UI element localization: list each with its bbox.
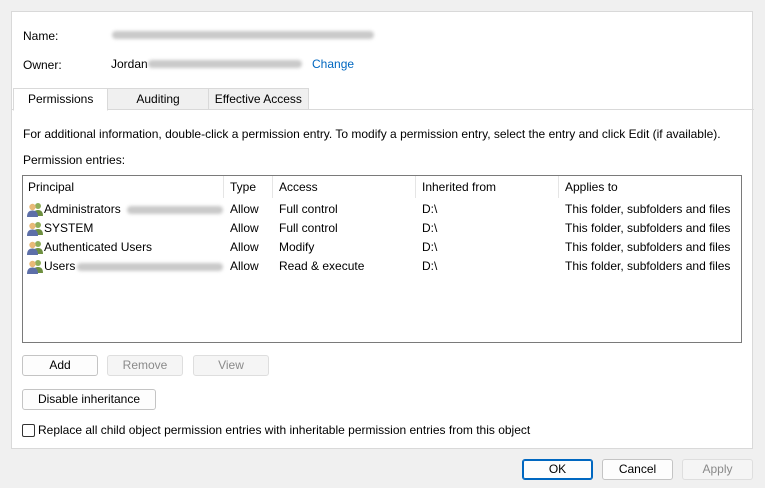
applies-cell: This folder, subfolders and files bbox=[565, 240, 731, 254]
inherited-cell: D:\ bbox=[422, 259, 438, 273]
table-row[interactable]: Users Allow Read & execute D:\ This fold… bbox=[23, 257, 741, 276]
owner-label: Owner: bbox=[23, 58, 62, 72]
info-text: For additional information, double-click… bbox=[23, 127, 721, 141]
principal-redacted bbox=[127, 206, 223, 214]
users-group-icon bbox=[27, 222, 43, 236]
table-row[interactable]: SYSTEM Allow Full control D:\ This folde… bbox=[23, 219, 741, 238]
principal-cell: SYSTEM bbox=[44, 221, 94, 235]
replace-child-permissions-label[interactable]: Replace all child object permission entr… bbox=[38, 423, 530, 437]
inherited-cell: D:\ bbox=[422, 221, 438, 235]
access-cell: Modify bbox=[279, 240, 315, 254]
column-separator[interactable] bbox=[558, 176, 559, 198]
principal-cell: Users bbox=[44, 259, 76, 273]
users-group-icon bbox=[27, 203, 43, 217]
column-separator[interactable] bbox=[272, 176, 273, 198]
applies-cell: This folder, subfolders and files bbox=[565, 202, 731, 216]
owner-value-redacted bbox=[148, 60, 302, 68]
type-cell: Allow bbox=[230, 240, 259, 254]
inherited-cell: D:\ bbox=[422, 202, 438, 216]
tab-permissions[interactable]: Permissions bbox=[13, 88, 109, 111]
change-owner-link[interactable]: Change bbox=[312, 57, 354, 71]
column-separator[interactable] bbox=[223, 176, 224, 198]
column-header-type[interactable]: Type bbox=[230, 176, 256, 198]
principal-redacted bbox=[77, 263, 223, 271]
table-row[interactable]: Authenticated Users Allow Modify D:\ Thi… bbox=[23, 238, 741, 257]
column-header-inherited-from[interactable]: Inherited from bbox=[422, 176, 496, 198]
access-cell: Full control bbox=[279, 202, 338, 216]
permission-entries-list[interactable]: Principal Type Access Inherited from App… bbox=[22, 175, 742, 343]
inherited-cell: D:\ bbox=[422, 240, 438, 254]
tab-auditing[interactable]: Auditing bbox=[107, 88, 209, 110]
tab-strip: Permissions Auditing Effective Access bbox=[13, 88, 309, 111]
cancel-button[interactable]: Cancel bbox=[602, 459, 673, 480]
replace-child-permissions-checkbox[interactable] bbox=[22, 424, 35, 437]
owner-value: Jordan bbox=[111, 57, 148, 71]
applies-cell: This folder, subfolders and files bbox=[565, 221, 731, 235]
type-cell: Allow bbox=[230, 202, 259, 216]
column-header-applies-to[interactable]: Applies to bbox=[565, 176, 618, 198]
users-group-icon bbox=[27, 241, 43, 255]
type-cell: Allow bbox=[230, 259, 259, 273]
disable-inheritance-button[interactable]: Disable inheritance bbox=[22, 389, 156, 410]
access-cell: Full control bbox=[279, 221, 338, 235]
name-value-redacted bbox=[112, 31, 374, 39]
column-header-access[interactable]: Access bbox=[279, 176, 318, 198]
column-header-principal[interactable]: Principal bbox=[28, 176, 74, 198]
permission-entries-label: Permission entries: bbox=[23, 153, 126, 167]
tab-effective-access[interactable]: Effective Access bbox=[207, 88, 309, 110]
column-separator[interactable] bbox=[415, 176, 416, 198]
add-button[interactable]: Add bbox=[22, 355, 98, 376]
users-group-icon bbox=[27, 260, 43, 274]
view-button[interactable]: View bbox=[193, 355, 269, 376]
remove-button[interactable]: Remove bbox=[107, 355, 183, 376]
principal-cell: Administrators bbox=[44, 202, 121, 216]
principal-cell: Authenticated Users bbox=[44, 240, 153, 254]
name-label: Name: bbox=[23, 29, 59, 43]
type-cell: Allow bbox=[230, 221, 259, 235]
apply-button[interactable]: Apply bbox=[682, 459, 753, 480]
access-cell: Read & execute bbox=[279, 259, 365, 273]
table-row[interactable]: Administrators Allow Full control D:\ Th… bbox=[23, 200, 741, 219]
applies-cell: This folder, subfolders and files bbox=[565, 259, 731, 273]
ok-button[interactable]: OK bbox=[522, 459, 593, 480]
